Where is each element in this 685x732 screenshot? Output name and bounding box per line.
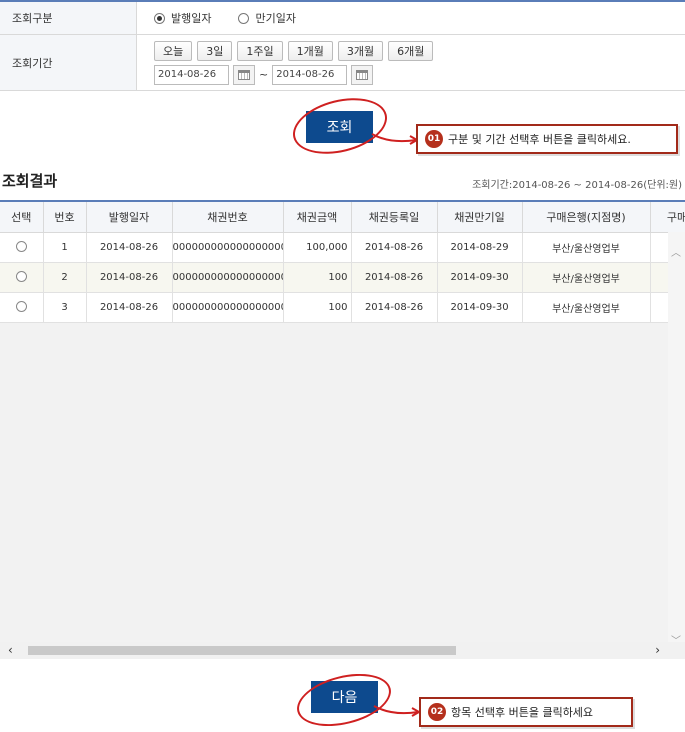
row-select-radio[interactable] — [15, 271, 27, 283]
period-6month-button[interactable]: 6개월 — [388, 40, 434, 61]
col-registration-date: 채권등록일 — [351, 202, 438, 233]
period-3day-button[interactable]: 3일 — [197, 40, 233, 61]
row-purchase-bank: 부산/울산영업부 — [522, 292, 651, 323]
row-purchase-bank: 부산/울산영업부 — [522, 232, 651, 263]
guide-callout-1-text: 구분 및 기간 선택후 버튼을 클릭하세요. — [448, 133, 631, 146]
highlight-ring — [287, 89, 393, 163]
calendar-to-icon[interactable] — [351, 64, 374, 85]
row-bond-amount: 100 — [283, 262, 352, 293]
guide-callout-2-text: 항목 선택후 버튼을 클릭하세요 — [451, 706, 594, 719]
search-form: 조회구분 발행일자 만기일자 조회기간 오늘 3일 1주일 1개월 3개월 6개… — [0, 0, 685, 91]
row-maturity-date: 2014-09-30 — [437, 292, 523, 323]
row-issue-date: 2014-08-26 — [86, 262, 173, 293]
radio-unselected-icon[interactable] — [238, 12, 250, 24]
horizontal-scrollbar[interactable]: ‹ › — [0, 642, 668, 659]
row-issue-date: 2014-08-26 — [86, 232, 173, 263]
results-title: 조회결과 — [2, 172, 58, 190]
row-select-radio[interactable] — [15, 301, 27, 313]
row-select-radio[interactable] — [15, 241, 27, 253]
row-bond-number: 00000000000000000000 — [172, 292, 284, 323]
table-row[interactable]: 3 2014-08-26 00000000000000000000 100 20… — [0, 292, 685, 323]
guide-callout-1: 01 구분 및 기간 선택후 버튼을 클릭하세요. — [416, 124, 678, 154]
period-1week-button[interactable]: 1주일 — [237, 40, 283, 61]
step-number-badge: 01 — [425, 130, 443, 148]
scroll-left-icon[interactable]: ‹ — [8, 643, 13, 657]
radio-maturity-date[interactable]: 만기일자 — [238, 10, 296, 26]
row-bond-amount: 100,000 — [283, 232, 352, 263]
date-separator: ~ — [259, 68, 269, 81]
horizontal-scroll-thumb[interactable] — [28, 646, 456, 655]
step-number-badge: 02 — [428, 703, 446, 721]
col-issue-date: 발행일자 — [86, 202, 173, 233]
row-registration-date: 2014-08-26 — [351, 292, 438, 323]
type-label: 조회구분 — [0, 2, 137, 34]
row-bond-amount: 100 — [283, 292, 352, 323]
radio-issue-date[interactable]: 발행일자 — [154, 10, 211, 26]
col-bond-amount: 채권금액 — [283, 202, 352, 233]
row-maturity-date: 2014-09-30 — [437, 262, 523, 293]
scroll-right-icon[interactable]: › — [655, 643, 660, 657]
guide-callout-2: 02 항목 선택후 버튼을 클릭하세요 — [419, 697, 633, 727]
date-to-input[interactable]: 2014-08-26 — [272, 64, 348, 85]
col-purchase-bank: 구매은행(지점명) — [522, 202, 651, 233]
period-label: 조회기간 — [0, 35, 137, 90]
period-today-button[interactable]: 오늘 — [154, 40, 193, 61]
results-grid[interactable]: 선택 번호 발행일자 채권번호 채권금액 채권등록일 채권만기일 구매은행(지점… — [0, 200, 685, 659]
table-header-row: 선택 번호 발행일자 채권번호 채권금액 채권등록일 채권만기일 구매은행(지점… — [0, 202, 685, 233]
row-issue-date: 2014-08-26 — [86, 292, 173, 323]
results-period-info: 조회기간:2014-08-26 ~ 2014-08-26(단위:원) — [472, 180, 682, 191]
row-number: 1 — [43, 232, 87, 263]
row-bond-number: 00000000000000000000 — [172, 232, 284, 263]
row-registration-date: 2014-08-26 — [351, 232, 438, 263]
row-purchase-bank: 부산/울산영업부 — [522, 262, 651, 293]
type-row: 조회구분 발행일자 만기일자 — [0, 2, 685, 35]
radio-selected-icon[interactable] — [154, 12, 165, 24]
calendar-from-icon[interactable] — [233, 64, 255, 85]
period-row: 조회기간 오늘 3일 1주일 1개월 3개월 6개월 2014-08-26 ~ … — [0, 35, 685, 91]
row-bond-number: 00000000000000000000 — [172, 262, 284, 293]
radio-maturity-date-label: 만기일자 — [255, 12, 296, 25]
row-registration-date: 2014-08-26 — [351, 262, 438, 293]
scroll-up-icon[interactable]: ︿ — [671, 244, 681, 259]
table-row[interactable]: 1 2014-08-26 00000000000000000000 100,00… — [0, 232, 685, 263]
row-number: 3 — [43, 292, 87, 323]
col-maturity-date: 채권만기일 — [437, 202, 523, 233]
col-purchase-more: 구매 — [650, 202, 685, 233]
row-number: 2 — [43, 262, 87, 293]
scrollbar-corner — [668, 642, 685, 659]
radio-issue-date-label: 발행일자 — [171, 12, 212, 25]
period-1month-button[interactable]: 1개월 — [287, 40, 333, 61]
pointer-arrow-icon — [373, 705, 422, 717]
col-bond-number: 채권번호 — [172, 202, 284, 233]
table-row[interactable]: 2 2014-08-26 00000000000000000000 100 20… — [0, 262, 685, 293]
pointer-arrow-icon — [371, 133, 420, 145]
period-buttons: 오늘 3일 1주일 1개월 3개월 6개월 — [154, 40, 434, 61]
row-maturity-date: 2014-08-29 — [437, 232, 523, 263]
col-number: 번호 — [43, 202, 87, 233]
vertical-scrollbar[interactable]: ︿ ﹀ — [668, 232, 685, 659]
results-table: 선택 번호 발행일자 채권번호 채권금액 채권등록일 채권만기일 구매은행(지점… — [0, 202, 685, 323]
date-from-input[interactable]: 2014-08-26 — [154, 64, 229, 85]
col-select: 선택 — [0, 202, 44, 233]
period-3month-button[interactable]: 3개월 — [337, 40, 384, 61]
